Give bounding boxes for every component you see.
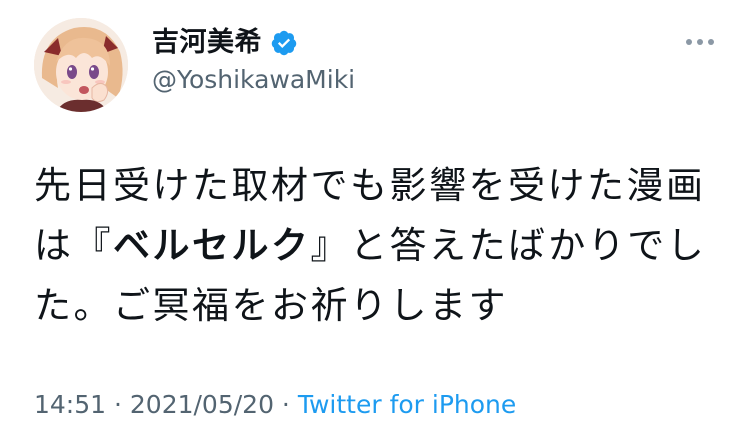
tweet-date[interactable]: 2021/05/20 [130, 390, 274, 419]
tweet-card: 吉河美希 @YoshikawaMiki 先日受けた取材でも影響を受けた漫画は『ベ… [0, 0, 750, 447]
avatar[interactable] [34, 18, 128, 112]
tweet-source-link[interactable]: Twitter for iPhone [298, 390, 516, 419]
user-name-row: 吉河美希 [152, 26, 298, 60]
display-name[interactable]: 吉河美希 [152, 26, 262, 60]
user-handle[interactable]: @YoshikawaMiki [152, 64, 355, 96]
tweet-text-bold: ベルセルク [113, 224, 311, 267]
verified-badge-icon [270, 29, 298, 57]
tweet-time[interactable]: 14:51 [34, 390, 106, 419]
more-options-icon[interactable] [684, 26, 716, 58]
tweet-text: 先日受けた取材でも影響を受けた漫画は『ベルセルク』と答えたばかりでした。ご冥福を… [34, 156, 724, 336]
meta-separator: · [106, 390, 130, 419]
tweet-meta: 14:51 · 2021/05/20 · Twitter for iPhone [34, 388, 516, 422]
avatar-illustration [34, 18, 128, 112]
meta-separator: · [273, 390, 298, 419]
